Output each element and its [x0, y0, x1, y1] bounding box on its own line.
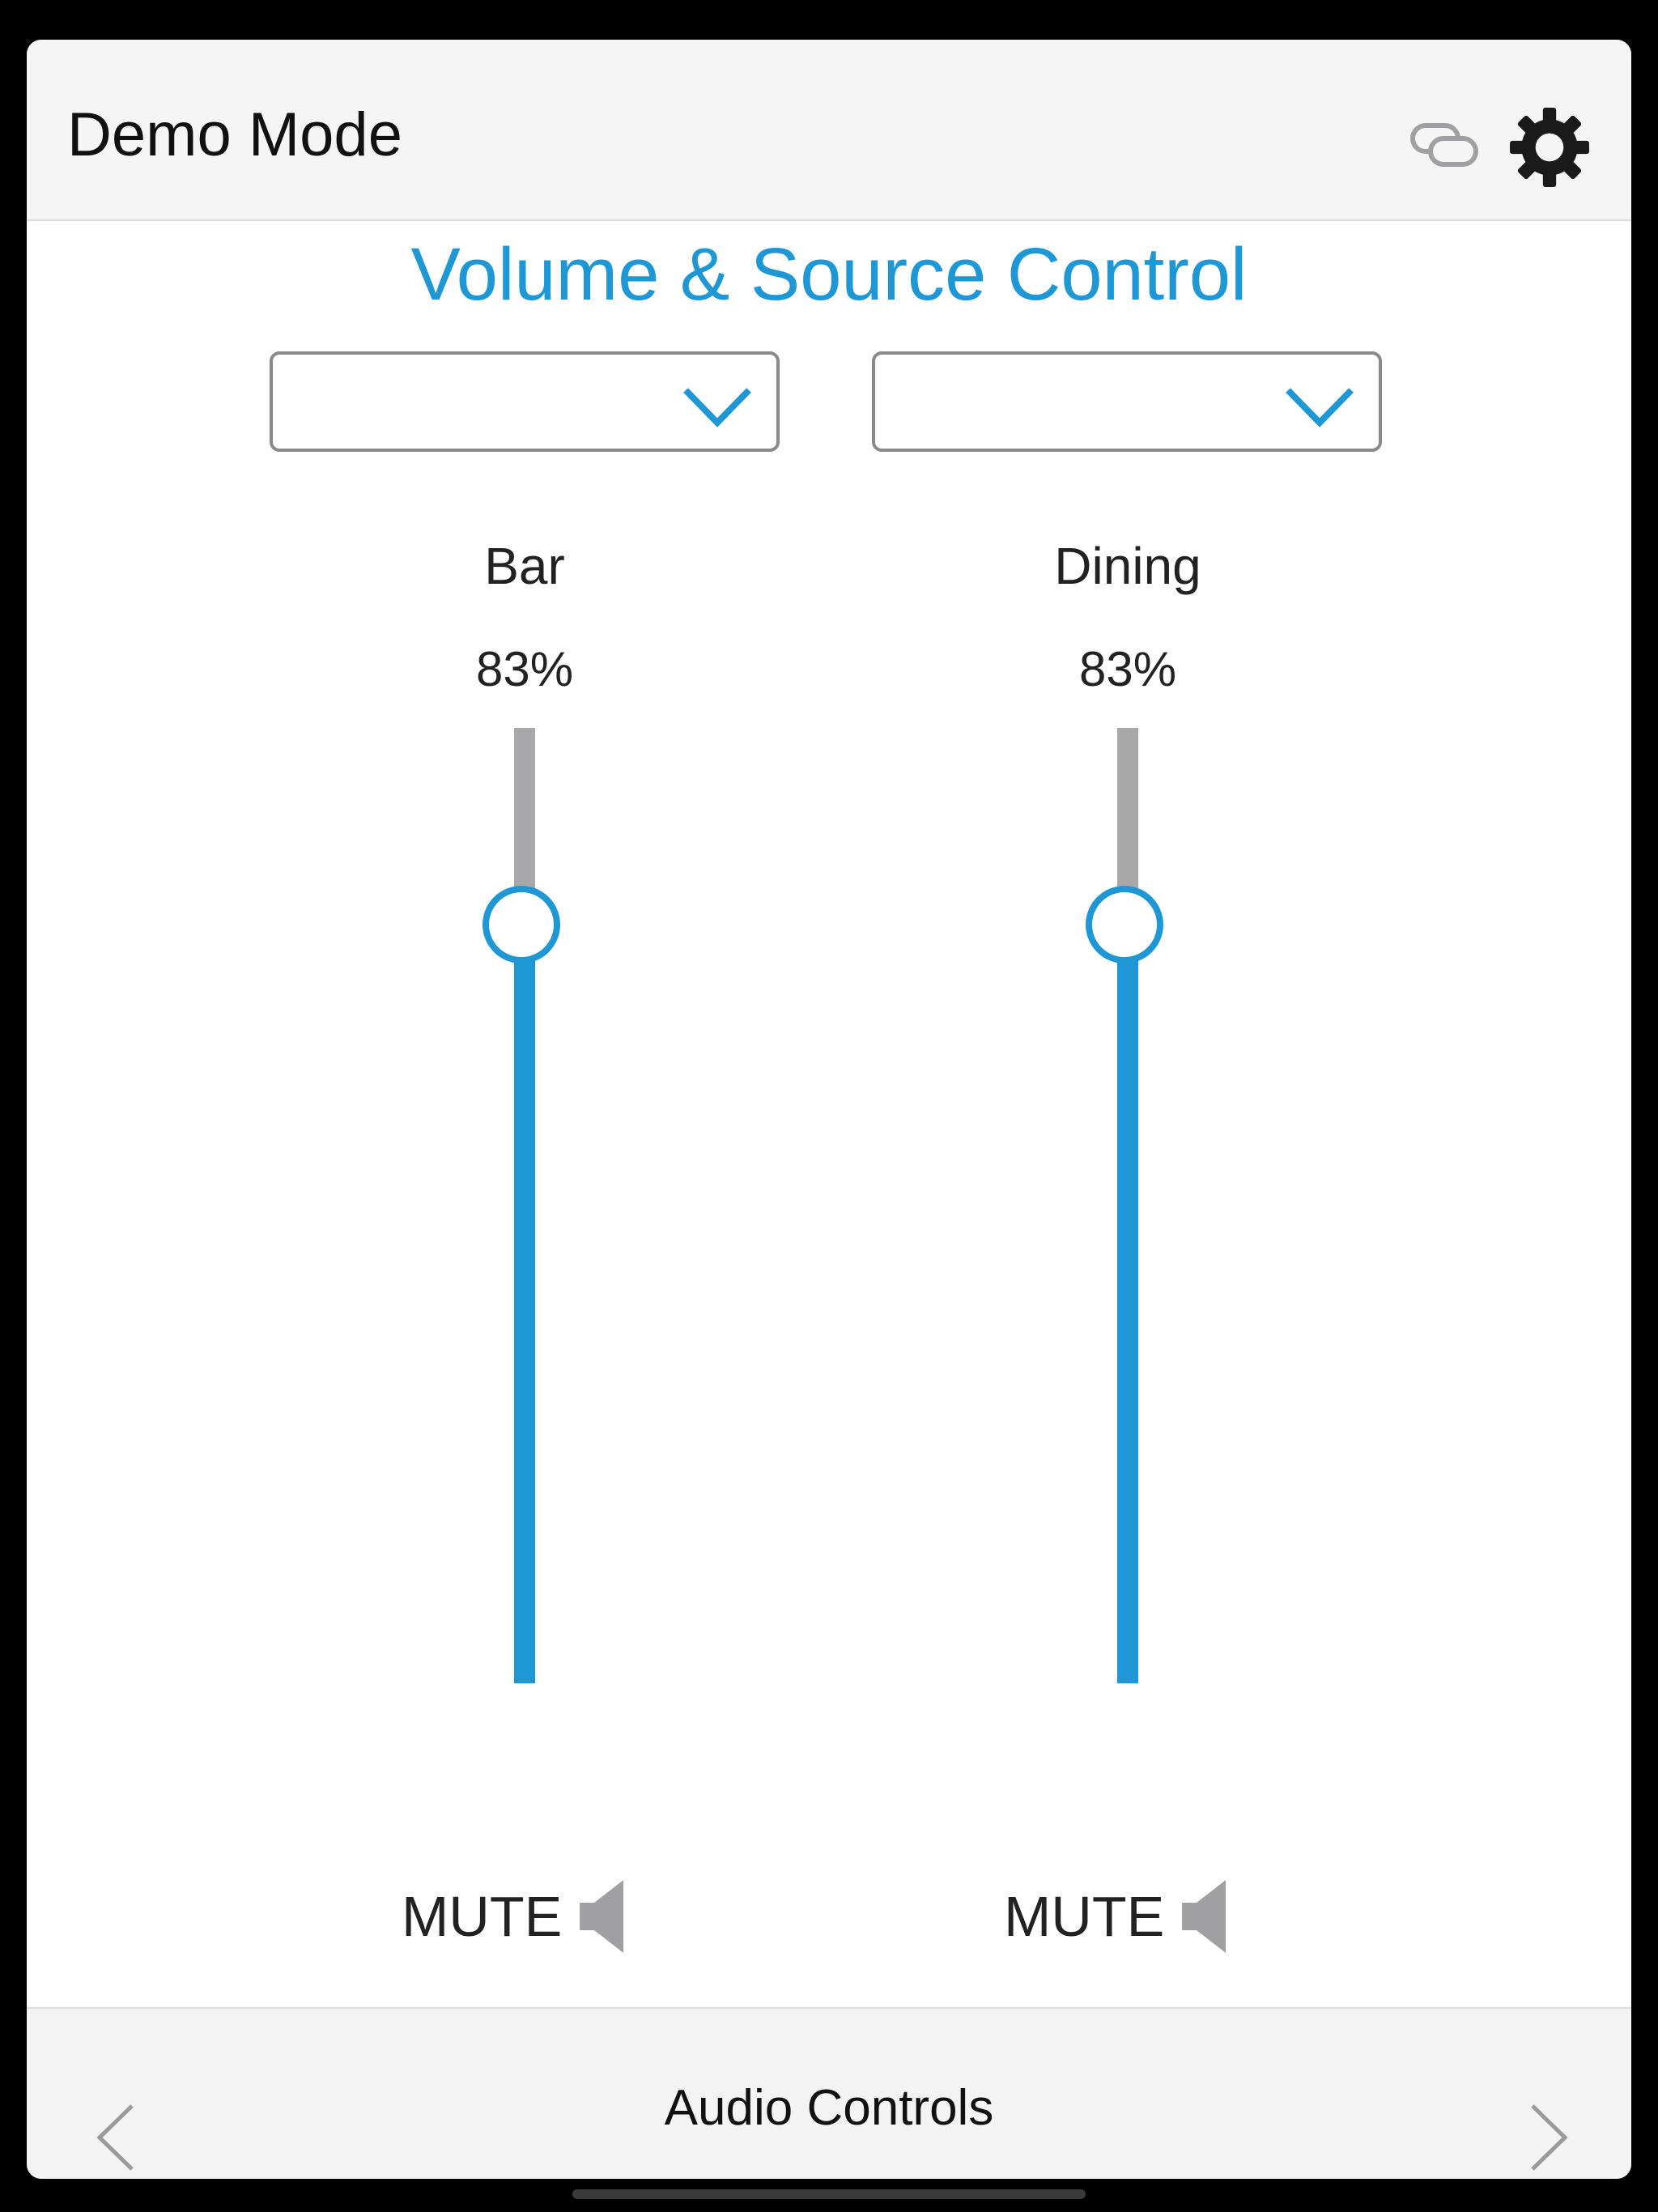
volume-value-bar: 83%	[475, 642, 574, 696]
slider-thumb[interactable]	[1086, 885, 1163, 963]
page-title: Demo Mode	[67, 100, 402, 169]
footer-title: Audio Controls	[664, 2080, 994, 2136]
volume-slider-bar[interactable]	[476, 728, 573, 1732]
mute-label: MUTE	[1004, 1885, 1165, 1948]
zone-label-dining: Dining	[1054, 537, 1201, 595]
mute-label: MUTE	[402, 1885, 563, 1948]
chevron-down-icon	[1286, 388, 1354, 428]
slider-fill	[514, 924, 535, 1683]
slider-thumb[interactable]	[483, 885, 560, 963]
speaker-icon	[1182, 1880, 1226, 1953]
mute-button-dining[interactable]: MUTE	[1004, 1876, 1231, 1957]
section-title: Volume & Source Control	[410, 233, 1248, 316]
mute-button-bar[interactable]: MUTE	[402, 1876, 628, 1957]
slider-fill	[1117, 924, 1138, 1683]
zone-label-bar: Bar	[484, 537, 565, 595]
footer-bar: Audio Controls	[27, 2007, 1631, 2179]
chevron-right-icon[interactable]	[1526, 2101, 1571, 2174]
chevron-down-icon	[683, 388, 751, 428]
header-bar: Demo Mode	[27, 40, 1631, 221]
source-dropdown-bar[interactable]	[270, 351, 780, 452]
gear-icon[interactable]	[1508, 106, 1591, 189]
volume-value-dining: 83%	[1078, 642, 1177, 696]
home-indicator	[572, 2189, 1086, 2199]
app-screen: Demo Mode Volume & Source Control Bar 83…	[27, 40, 1631, 2179]
link-icon[interactable]	[1409, 121, 1479, 169]
volume-slider-dining[interactable]	[1079, 728, 1176, 1732]
speaker-icon	[580, 1880, 624, 1953]
source-dropdown-dining[interactable]	[872, 351, 1382, 452]
